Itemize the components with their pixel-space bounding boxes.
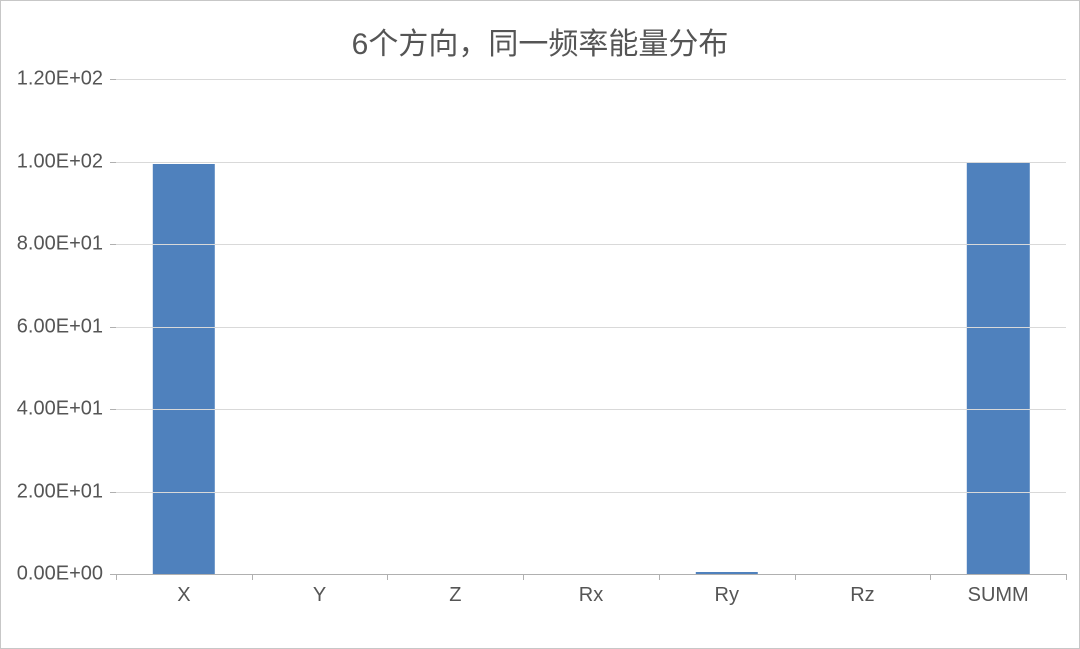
chart-title: 6个方向，同一频率能量分布 <box>1 1 1079 71</box>
x-tick-mark <box>523 574 524 580</box>
x-axis-label: SUMM <box>930 584 1066 607</box>
x-axis-label: Y <box>252 584 388 607</box>
grid-line <box>116 492 1066 493</box>
grid-line <box>116 162 1066 163</box>
x-tick-mark <box>116 574 117 580</box>
x-tick-mark <box>795 574 796 580</box>
y-tick-label: 2.00E+01 <box>1 480 111 503</box>
x-axis-label: Z <box>387 584 523 607</box>
x-axis-labels: XYZRxRyRzSUMM <box>116 584 1066 607</box>
x-tick-mark <box>252 574 253 580</box>
x-axis-label: Ry <box>659 584 795 607</box>
bar-SUMM <box>967 162 1029 575</box>
grid-line <box>116 409 1066 410</box>
x-axis-label: Rx <box>523 584 659 607</box>
y-tick-label: 0.00E+00 <box>1 563 111 586</box>
y-tick-label: 1.00E+02 <box>1 150 111 173</box>
y-tick-label: 4.00E+01 <box>1 398 111 421</box>
grid-line <box>116 244 1066 245</box>
x-axis-label: X <box>116 584 252 607</box>
y-tick-label: 8.00E+01 <box>1 233 111 256</box>
chart-container: 6个方向，同一频率能量分布 XYZRxRyRzSUMM 0.00E+00 2.00… <box>0 0 1080 649</box>
x-tick-mark <box>1066 574 1067 580</box>
x-axis-line <box>116 574 1066 575</box>
y-tick-label: 6.00E+01 <box>1 315 111 338</box>
x-tick-mark <box>930 574 931 580</box>
grid-line <box>116 79 1066 80</box>
y-tick-label: 1.20E+02 <box>1 68 111 91</box>
x-axis-label: Rz <box>795 584 931 607</box>
bar-X <box>153 164 215 574</box>
plot-area <box>116 79 1066 574</box>
x-tick-mark <box>659 574 660 580</box>
grid-line <box>116 327 1066 328</box>
x-tick-mark <box>387 574 388 580</box>
